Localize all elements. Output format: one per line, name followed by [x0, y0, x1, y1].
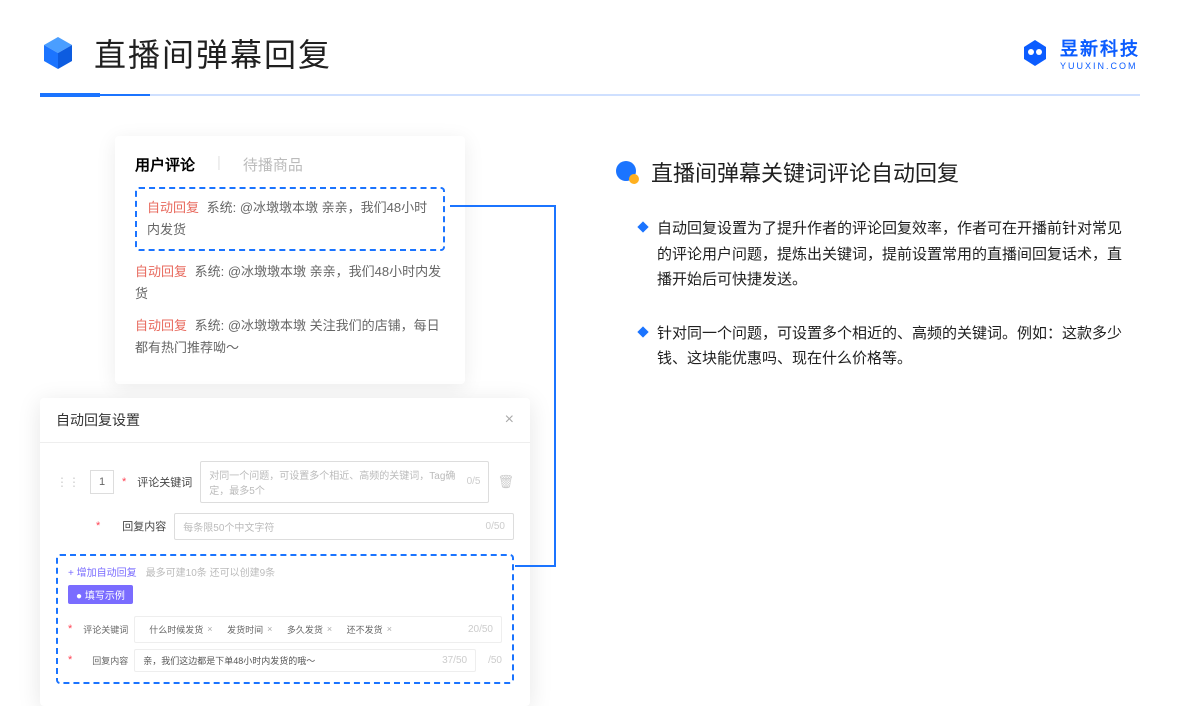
example-keyword-row: * 评论关键词 什么时候发货 发货时间 多久发货 还不发货 20/50	[68, 616, 502, 643]
section-title: 直播间弹幕关键词评论自动回复	[615, 156, 1140, 188]
example-block: + 增加自动回复 最多可建10条 还可以创建9条 ● 填写示例 * 评论关键词 …	[56, 554, 514, 684]
left-column: 用户评论 | 待播商品 自动回复 系统: @冰墩墩本墩 亲亲，我们48小时内发货…	[40, 136, 565, 706]
add-autoreply-link[interactable]: + 增加自动回复	[68, 568, 137, 579]
close-icon[interactable]: ×	[505, 411, 514, 429]
content-row: * 回复内容 每条限50个中文字符 0/50	[56, 513, 514, 540]
example-kw-input[interactable]: 什么时候发货 发货时间 多久发货 还不发货 20/50	[134, 616, 502, 643]
keyword-input[interactable]: 对同一个问题，可设置多个相近、高频的关键词，Tag确定，最多5个 0/5	[200, 461, 489, 503]
auto-reply-badge: 自动回复	[135, 318, 187, 333]
comment-item: 自动回复 系统: @冰墩墩本墩 亲亲，我们48小时内发货	[135, 261, 445, 305]
cube-icon	[40, 35, 76, 71]
keyword-label: 评论关键词	[136, 474, 192, 490]
bullet-item: 针对同一个问题，可设置多个相近的、高频的关键词。例如：这款多少钱、这块能优惠吗、…	[615, 321, 1140, 372]
logo-name-en: YUUXIN.COM	[1060, 61, 1138, 71]
comment-item: 自动回复 系统: @冰墩墩本墩 关注我们的店铺，每日都有热门推荐呦～	[135, 315, 445, 359]
example-content-row: * 回复内容 亲，我们这边都是下单48小时内发货的哦～ 37/50 /50	[68, 649, 502, 672]
header-divider	[40, 94, 1140, 96]
tag-chip[interactable]: 发货时间	[221, 621, 278, 638]
tag-chip[interactable]: 多久发货	[281, 621, 338, 638]
bullet-diamond-icon	[637, 221, 648, 232]
bubble-icon	[615, 160, 639, 184]
auto-reply-badge: 自动回复	[135, 264, 187, 279]
settings-title: 自动回复设置	[56, 410, 140, 430]
bullet-text: 针对同一个问题，可设置多个相近的、高频的关键词。例如：这款多少钱、这块能优惠吗、…	[657, 321, 1127, 372]
bullet-text: 自动回复设置为了提升作者的评论回复效率，作者可在开播前针对常见的评论用户问题，提…	[657, 216, 1127, 293]
right-column: 直播间弹幕关键词评论自动回复 自动回复设置为了提升作者的评论回复效率，作者可在开…	[615, 136, 1140, 706]
highlighted-comment: 自动回复 系统: @冰墩墩本墩 亲亲，我们48小时内发货	[135, 187, 445, 251]
tag-chip[interactable]: 什么时候发货	[143, 621, 218, 638]
header-left: 直播间弹幕回复	[40, 30, 332, 76]
logo-icon	[1020, 38, 1050, 68]
content-label: 回复内容	[110, 518, 166, 534]
section-title-text: 直播间弹幕关键词评论自动回复	[651, 156, 959, 188]
tag-chip[interactable]: 还不发货	[341, 621, 398, 638]
example-ct-label: 回复内容	[80, 654, 128, 667]
autoreply-settings-panel: 自动回复设置 × ⋮⋮ 1 * 评论关键词 对同一个问题，可设置多个相近、高频的…	[40, 398, 530, 706]
bullet-diamond-icon	[637, 326, 648, 337]
example-badge: ● 填写示例	[68, 585, 133, 604]
example-kw-label: 评论关键词	[80, 623, 128, 636]
tab-user-comments[interactable]: 用户评论	[135, 154, 195, 175]
page-header: 直播间弹幕回复 昱新科技 YUUXIN.COM	[0, 0, 1180, 76]
required-star: *	[122, 476, 126, 488]
auto-reply-badge: 自动回复	[147, 200, 199, 215]
logo-name-cn: 昱新科技	[1060, 35, 1140, 61]
row-number: 1	[90, 470, 114, 494]
settings-header: 自动回复设置 ×	[40, 398, 530, 443]
add-hint: 最多可建10条 还可以创建9条	[146, 568, 275, 579]
delete-icon[interactable]: 🗑	[497, 474, 514, 490]
keyword-row: ⋮⋮ 1 * 评论关键词 对同一个问题，可设置多个相近、高频的关键词，Tag确定…	[56, 461, 514, 503]
bullet-item: 自动回复设置为了提升作者的评论回复效率，作者可在开播前针对常见的评论用户问题，提…	[615, 216, 1140, 293]
content-input[interactable]: 每条限50个中文字符 0/50	[174, 513, 514, 540]
drag-handle-icon[interactable]: ⋮⋮	[56, 475, 80, 489]
logo: 昱新科技 YUUXIN.COM	[1020, 35, 1140, 71]
tab-pending-goods[interactable]: 待播商品	[243, 154, 303, 175]
comment-panel: 用户评论 | 待播商品 自动回复 系统: @冰墩墩本墩 亲亲，我们48小时内发货…	[115, 136, 465, 384]
required-star: *	[96, 520, 100, 532]
tab-separator: |	[217, 154, 221, 175]
example-ct-input[interactable]: 亲，我们这边都是下单48小时内发货的哦～ 37/50	[134, 649, 476, 672]
page-title: 直播间弹幕回复	[94, 30, 332, 76]
comment-tabs: 用户评论 | 待播商品	[135, 154, 445, 175]
